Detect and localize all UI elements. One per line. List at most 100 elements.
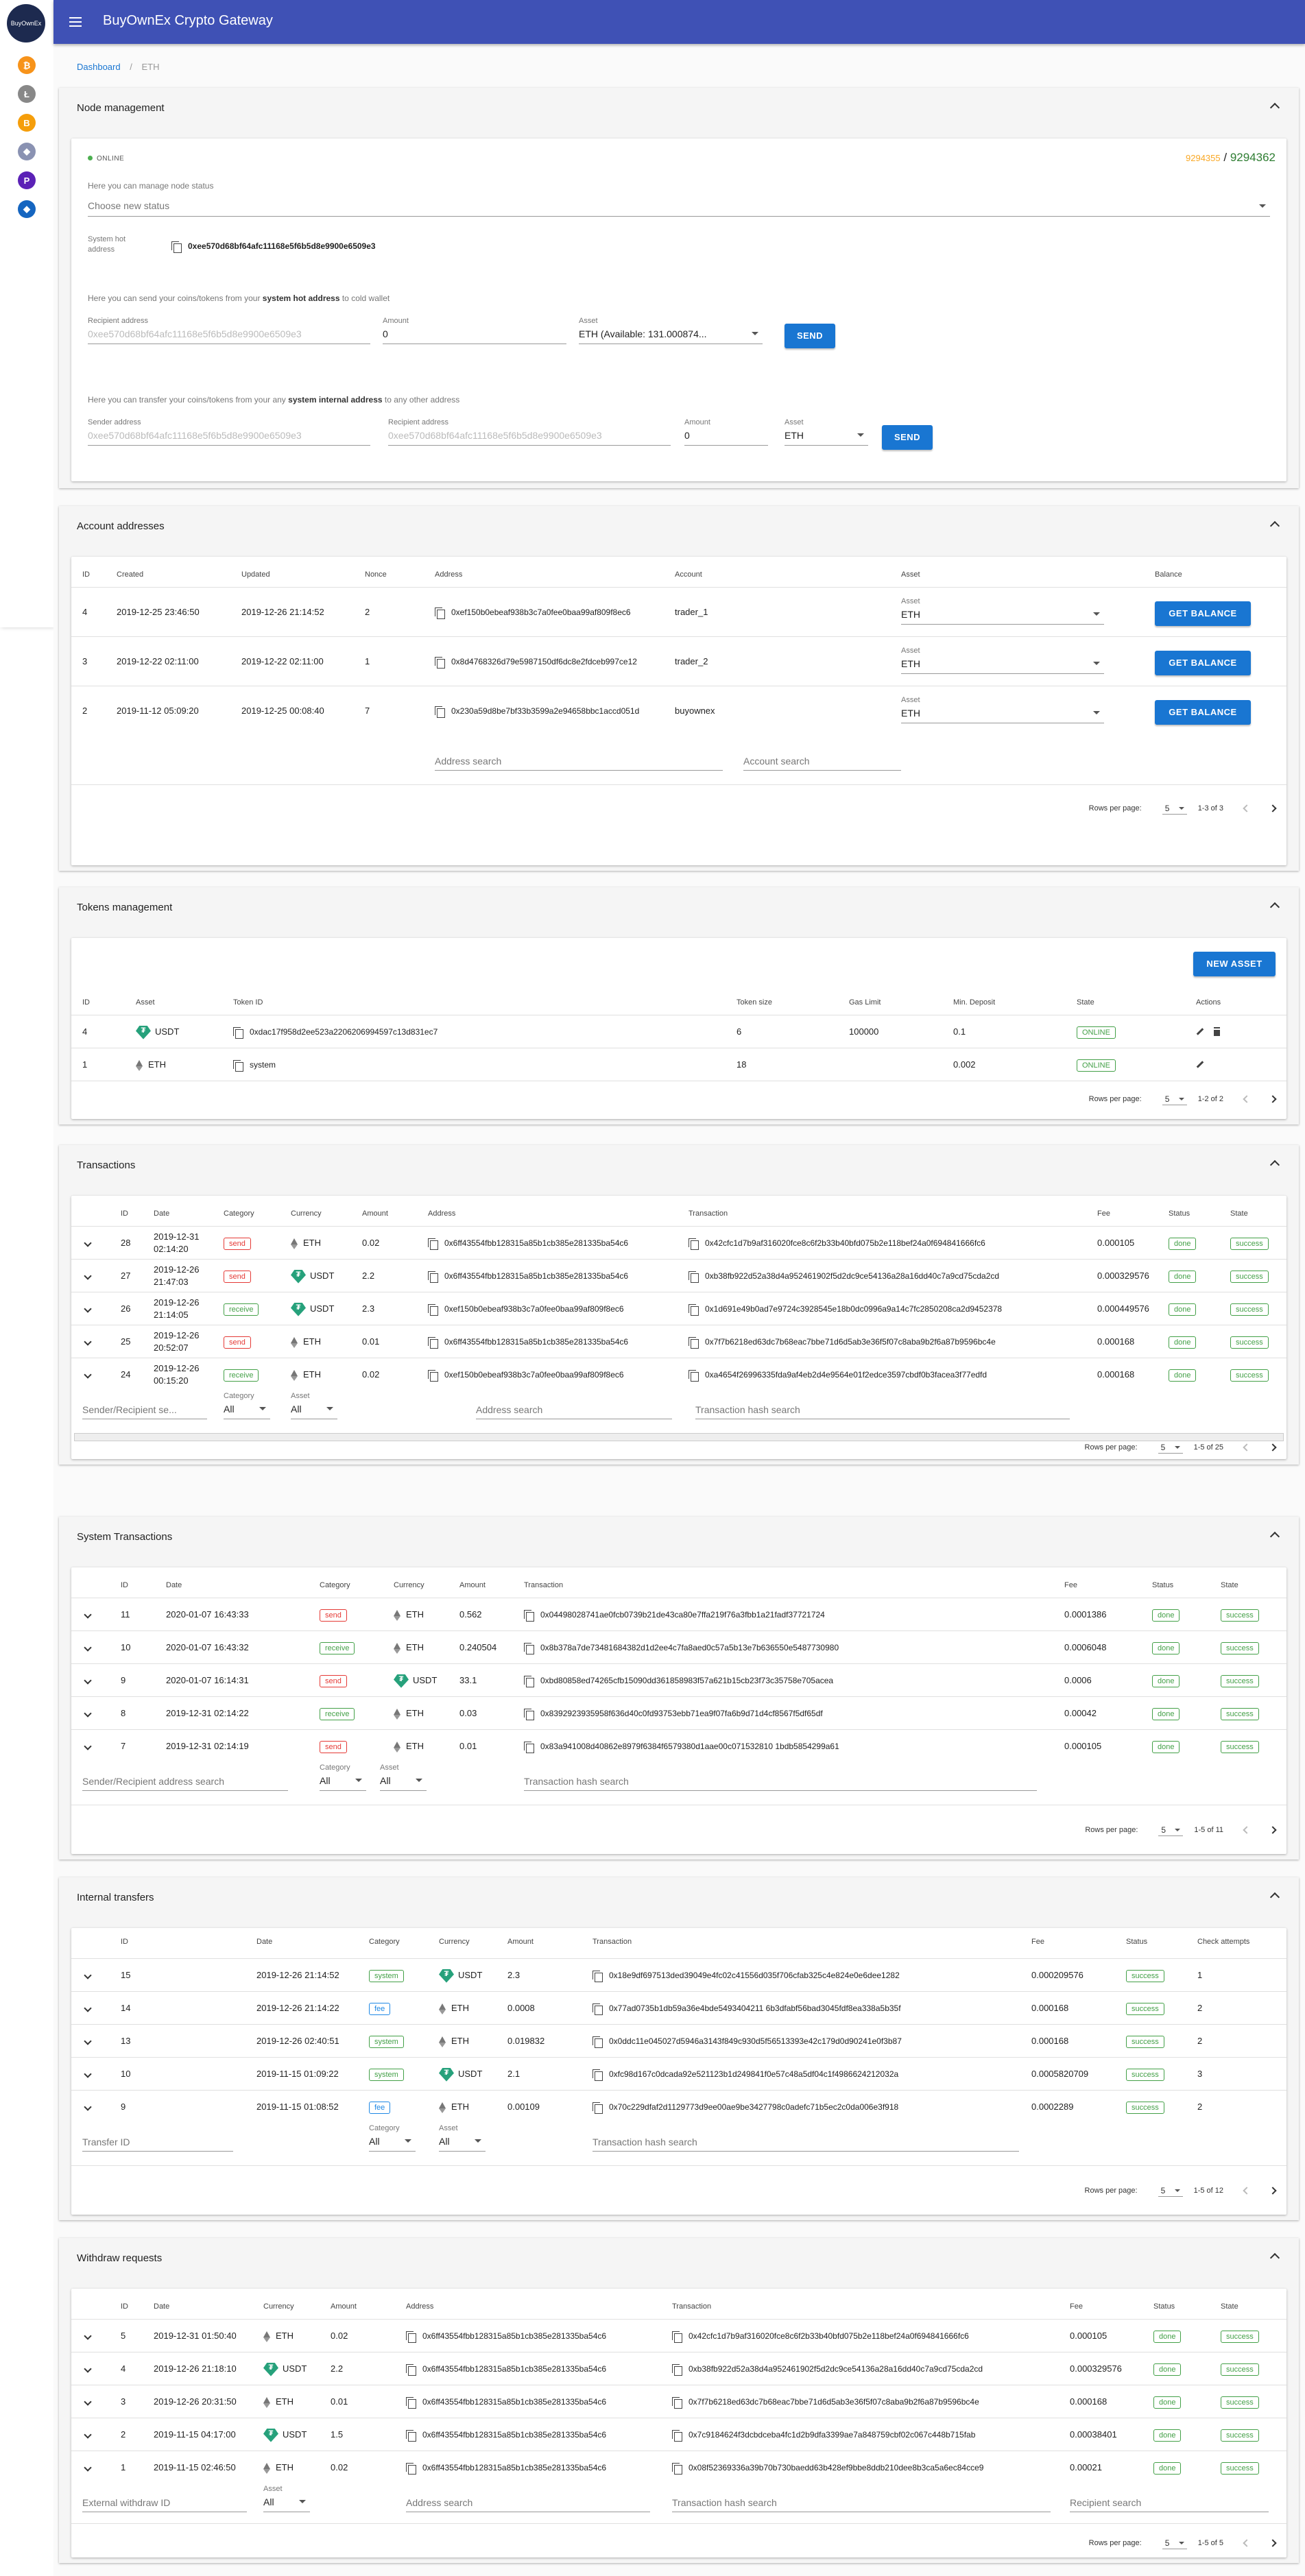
column-header[interactable]: Category xyxy=(224,1209,254,1218)
panel-header[interactable]: Transactions xyxy=(59,1145,1299,1186)
column-header[interactable]: ID xyxy=(121,2302,128,2311)
column-header[interactable]: Amount xyxy=(362,1209,388,1218)
expand-icon[interactable] xyxy=(84,1742,92,1750)
edit-icon[interactable] xyxy=(1196,1061,1204,1068)
address-search-input[interactable]: Address search xyxy=(435,743,723,771)
copy-icon[interactable] xyxy=(524,1708,534,1720)
asset-filter-select[interactable]: Asset All xyxy=(380,1764,427,1791)
column-header[interactable]: Transaction xyxy=(592,1938,632,1946)
copy-icon[interactable] xyxy=(689,1271,699,1283)
column-header[interactable]: Fee xyxy=(1064,1581,1077,1589)
panel-header[interactable]: Node management xyxy=(59,88,1299,129)
expand-icon[interactable] xyxy=(84,1239,92,1247)
delete-icon[interactable] xyxy=(1214,1028,1220,1036)
transfer-recipient-input[interactable]: Recipient address 0xee570d68bf64afc11168e… xyxy=(388,418,671,446)
expand-icon[interactable] xyxy=(84,1305,92,1313)
sender-recipient-search-input[interactable]: Sender/Recipient se... xyxy=(82,1392,207,1419)
expand-icon[interactable] xyxy=(84,1611,92,1619)
pay-icon[interactable]: P xyxy=(18,171,36,189)
copy-icon[interactable] xyxy=(428,1303,438,1316)
copy-icon[interactable] xyxy=(672,2396,682,2409)
column-header[interactable]: State xyxy=(1221,1581,1238,1589)
column-header[interactable]: Address xyxy=(406,2302,433,2311)
column-header[interactable]: Amount xyxy=(507,1938,534,1946)
column-header[interactable]: ID xyxy=(121,1938,128,1946)
recipient-address-input[interactable]: Recipient address 0xee570d68bf64afc11168e… xyxy=(88,317,370,344)
column-header[interactable]: Min. Deposit xyxy=(953,998,995,1007)
copy-icon[interactable] xyxy=(592,2003,603,2015)
column-header[interactable]: Fee xyxy=(1070,2302,1083,2311)
asset-select[interactable]: Asset ETH xyxy=(901,597,1104,625)
column-header[interactable]: Amount xyxy=(459,1581,486,1589)
rows-per-page-select[interactable]: 5 xyxy=(1162,1093,1187,1105)
copy-icon[interactable] xyxy=(171,241,182,253)
eth-icon[interactable]: ◆ xyxy=(18,143,36,160)
rows-per-page-select[interactable]: 5 xyxy=(1162,802,1187,815)
btc-icon[interactable]: ₿ xyxy=(18,56,36,74)
bnb-icon[interactable]: ◆ xyxy=(18,200,36,218)
rows-per-page-select[interactable]: 5 xyxy=(1162,2537,1187,2549)
sender-address-input[interactable]: Sender address 0xee570d68bf64afc11168e5f6… xyxy=(88,418,370,446)
transaction-hash-search-input[interactable]: Transaction hash search xyxy=(592,2124,1019,2152)
category-filter-select[interactable]: Category All xyxy=(320,1764,366,1791)
expand-icon[interactable] xyxy=(84,2431,92,2439)
get-balance-button[interactable]: GET BALANCE xyxy=(1155,700,1251,725)
copy-icon[interactable] xyxy=(689,1303,699,1316)
copy-icon[interactable] xyxy=(672,2363,682,2376)
column-header[interactable]: Token size xyxy=(737,998,772,1007)
column-header[interactable]: Nonce xyxy=(365,570,387,579)
column-header[interactable]: Status xyxy=(1169,1209,1190,1218)
expand-icon[interactable] xyxy=(84,1371,92,1379)
copy-icon[interactable] xyxy=(406,2396,416,2409)
column-header[interactable]: Currency xyxy=(439,1938,470,1946)
copy-icon[interactable] xyxy=(524,1609,534,1622)
chevron-up-icon[interactable] xyxy=(1269,520,1280,531)
account-search-input[interactable]: Account search xyxy=(743,743,901,771)
column-header[interactable]: Address xyxy=(428,1209,455,1218)
external-withdraw-id-input[interactable]: External withdraw ID xyxy=(82,2485,247,2512)
copy-icon[interactable] xyxy=(592,2036,603,2048)
column-header[interactable]: Transaction xyxy=(524,1581,563,1589)
transfer-id-input[interactable]: Transfer ID xyxy=(82,2124,233,2152)
expand-icon[interactable] xyxy=(84,1338,92,1346)
expand-icon[interactable] xyxy=(84,1709,92,1718)
copy-icon[interactable] xyxy=(592,2102,603,2114)
chevron-right-icon[interactable] xyxy=(1269,2187,1277,2195)
column-header[interactable]: Gas Limit xyxy=(849,998,881,1007)
panel-header[interactable]: Internal transfers xyxy=(59,1877,1299,1918)
horizontal-scrollbar[interactable] xyxy=(74,1433,1284,1441)
expand-icon[interactable] xyxy=(84,2037,92,2045)
column-header[interactable]: State xyxy=(1077,998,1094,1007)
copy-icon[interactable] xyxy=(233,1026,243,1039)
panel-header[interactable]: Account addresses xyxy=(59,506,1299,547)
column-header[interactable]: ID xyxy=(82,570,90,579)
new-asset-button[interactable]: NEW ASSET xyxy=(1193,952,1276,976)
transfer-send-button[interactable]: SEND xyxy=(882,425,933,450)
expand-icon[interactable] xyxy=(84,2365,92,2373)
column-header[interactable]: Fee xyxy=(1097,1209,1110,1218)
expand-icon[interactable] xyxy=(84,1676,92,1685)
copy-icon[interactable] xyxy=(672,2331,682,2343)
transaction-hash-search-input[interactable]: Transaction hash search xyxy=(524,1764,1037,1791)
chevron-left-icon[interactable] xyxy=(1243,1095,1251,1103)
address-search-input[interactable]: Address search xyxy=(476,1392,672,1419)
copy-icon[interactable] xyxy=(689,1369,699,1382)
column-header[interactable]: Account xyxy=(675,570,702,579)
copy-icon[interactable] xyxy=(435,656,445,669)
get-balance-button[interactable]: GET BALANCE xyxy=(1155,601,1251,626)
chevron-left-icon[interactable] xyxy=(1243,2539,1251,2547)
column-header[interactable]: ID xyxy=(121,1581,128,1589)
transaction-hash-search-input[interactable]: Transaction hash search xyxy=(695,1392,1070,1419)
column-header[interactable]: Transaction xyxy=(689,1209,728,1218)
copy-icon[interactable] xyxy=(406,2363,416,2376)
brand-logo[interactable]: BuyOwnEx xyxy=(7,4,45,43)
column-header[interactable]: Balance xyxy=(1155,570,1182,579)
copy-icon[interactable] xyxy=(524,1675,534,1687)
column-header[interactable]: State xyxy=(1221,2302,1238,2311)
panel-header[interactable]: Withdraw requests xyxy=(59,2238,1299,2279)
column-header[interactable]: Status xyxy=(1152,1581,1173,1589)
category-filter-select[interactable]: Category All xyxy=(369,2124,416,2152)
edit-icon[interactable] xyxy=(1196,1028,1204,1035)
copy-icon[interactable] xyxy=(435,706,445,718)
chevron-left-icon[interactable] xyxy=(1243,1443,1251,1452)
